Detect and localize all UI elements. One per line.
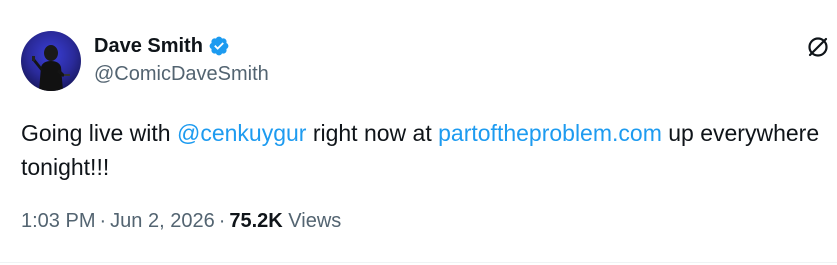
tweet-text-part: Going live with <box>21 120 177 146</box>
separator: · <box>99 210 107 232</box>
url-link[interactable]: partoftheproblem.com <box>438 120 662 146</box>
tweet-card: Dave Smith @ComicDaveSmith Going live wi… <box>0 0 837 265</box>
tweet-text: Going live with @cenkuygur right now at … <box>21 116 821 184</box>
user-handle[interactable]: @ComicDaveSmith <box>94 63 269 86</box>
avatar[interactable] <box>21 31 81 91</box>
views-count: 75.2K <box>229 210 283 232</box>
x-logo-icon[interactable] <box>807 36 829 58</box>
name-row: Dave Smith <box>94 33 269 59</box>
user-info: Dave Smith @ComicDaveSmith <box>94 33 269 86</box>
tweet-meta: 1:03 PM · Jun 2, 2026 · 75.2K Views <box>21 210 341 233</box>
separator: · <box>218 210 226 232</box>
tweet-time[interactable]: 1:03 PM <box>21 210 95 232</box>
mention-link[interactable]: @cenkuygur <box>177 120 306 146</box>
tweet-text-part: right now at <box>306 120 439 146</box>
display-name[interactable]: Dave Smith <box>94 35 203 58</box>
divider <box>0 262 837 263</box>
tweet-date[interactable]: Jun 2, 2026 <box>110 210 215 232</box>
views-label: Views <box>288 210 342 232</box>
verified-badge-icon <box>208 35 230 57</box>
avatar-image <box>21 31 81 91</box>
